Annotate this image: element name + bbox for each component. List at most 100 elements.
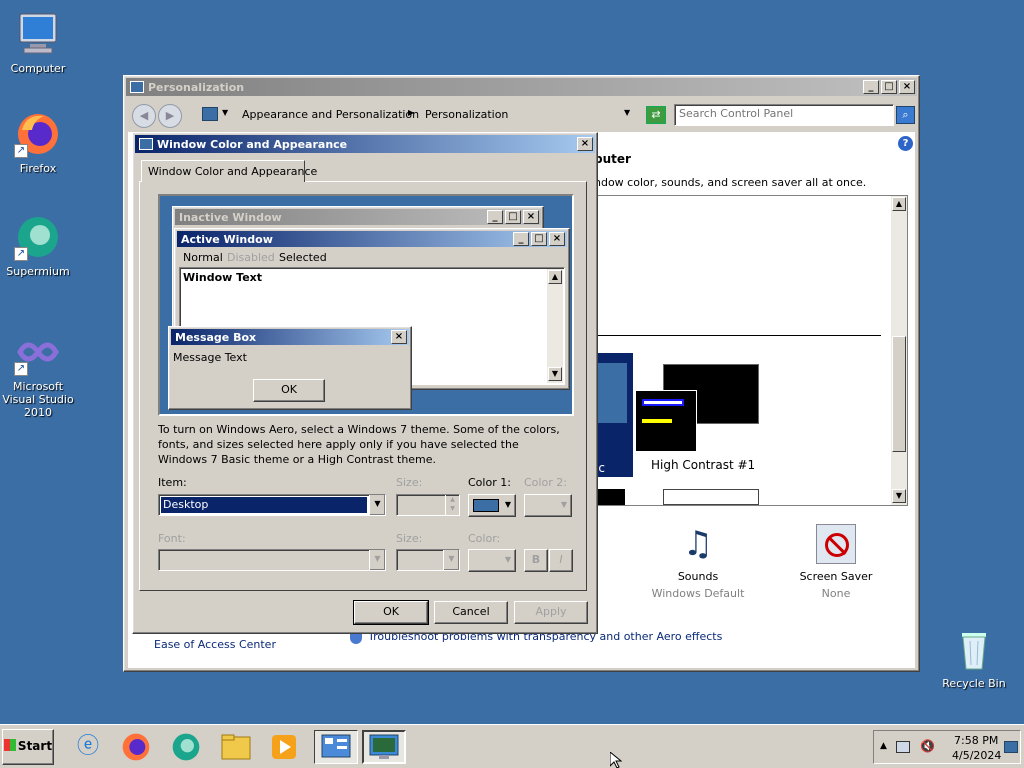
ok-button[interactable]: OK	[353, 600, 429, 625]
tray-expand-icon[interactable]: ▲	[880, 741, 887, 751]
search-button[interactable]: ⌕	[896, 106, 915, 124]
supermium-icon[interactable]	[164, 730, 208, 764]
chevron-down-icon: ▼	[443, 550, 459, 570]
preview-min-icon: _	[487, 210, 503, 224]
apply-button: Apply	[514, 601, 588, 624]
scroll-down-button[interactable]: ▼	[892, 489, 906, 503]
visual-studio-icon: ↗	[14, 328, 62, 376]
desktop-icon-label: Microsoft Visual Studio 2010	[2, 380, 74, 419]
color1-button[interactable]: ▼	[468, 494, 516, 517]
cancel-button[interactable]: Cancel	[434, 601, 508, 624]
desktop-icon-recycle-bin[interactable]: Recycle Bin	[934, 625, 1014, 690]
show-desktop-icon[interactable]	[1004, 741, 1018, 753]
preview-msgbox-title: Message Box	[175, 330, 257, 344]
recycle-bin-icon	[950, 625, 998, 673]
ease-of-access-link[interactable]: Ease of Access Center	[154, 638, 276, 651]
network-icon[interactable]	[896, 741, 910, 753]
desktop-icon-firefox[interactable]: ↗ Firefox	[0, 110, 78, 175]
maximize-button[interactable]: □	[881, 80, 897, 94]
screensaver-link[interactable]: Screen Saver None	[776, 522, 896, 600]
window-title: Personalization	[148, 80, 245, 94]
breadcrumb-appearance[interactable]: Appearance and Personalization	[242, 108, 419, 121]
item-size-spinner: ▲ ▼	[396, 494, 460, 516]
personalization-icon[interactable]	[362, 730, 406, 764]
clock-date[interactable]: 4/5/2024	[952, 749, 1001, 762]
theme-tile-next-a[interactable]	[595, 489, 625, 505]
preview-message-box: Message Box × Message Text OK	[168, 326, 412, 410]
breadcrumb-personalization[interactable]: Personalization	[425, 108, 508, 121]
computer-icon	[14, 10, 62, 58]
search-box[interactable]	[674, 104, 894, 126]
address-dropdown-icon[interactable]: ▼	[624, 108, 630, 117]
scroll-up-button[interactable]: ▲	[892, 197, 906, 211]
help-icon[interactable]: ?	[898, 136, 913, 151]
nav-back-button[interactable]: ◀	[132, 104, 156, 128]
media-player-icon[interactable]	[262, 730, 306, 764]
theme-tile-selected[interactable]: ic	[595, 353, 633, 477]
file-explorer-icon[interactable]	[214, 730, 258, 764]
spinner-arrows-icon: ▲ ▼	[445, 495, 459, 515]
preview-min-icon: _	[513, 232, 529, 246]
desktop-icon-computer[interactable]: Computer	[0, 10, 78, 75]
desktop-icon-visual-studio[interactable]: ↗ Microsoft Visual Studio 2010	[0, 328, 78, 419]
sounds-icon: ♫	[682, 524, 714, 564]
preview-msgbox-ok: OK	[253, 379, 325, 402]
close-button[interactable]: ×	[899, 80, 915, 94]
desktop-icon-label: Recycle Bin	[942, 677, 1006, 690]
scroll-thumb[interactable]	[892, 336, 906, 452]
dialog-title: Window Color and Appearance	[157, 137, 348, 151]
screensaver-value: None	[821, 587, 851, 600]
dialog-close-button[interactable]: ×	[577, 137, 593, 151]
desktop-icon-label: Computer	[10, 62, 66, 75]
volume-muted-icon[interactable]: 🔇	[920, 739, 935, 753]
firefox-icon[interactable]	[114, 730, 158, 764]
preview-msgbox-text: Message Text	[173, 351, 247, 364]
screensaver-icon	[816, 524, 856, 564]
item-select[interactable]: Desktop ▼	[158, 494, 386, 516]
desktop-icon-label: Firefox	[19, 162, 57, 175]
color1-swatch	[473, 499, 499, 512]
font-size-select: ▼	[396, 549, 460, 571]
dialog-titlebar[interactable]: Window Color and Appearance ×	[135, 135, 595, 153]
page-description: ndow color, sounds, and screen saver all…	[594, 176, 867, 189]
windows-logo-icon	[3, 739, 16, 751]
search-input[interactable]	[679, 107, 889, 120]
clock-time[interactable]: 7:58 PM	[954, 734, 998, 747]
shortcut-arrow-icon: ↗	[14, 144, 28, 158]
theme-list[interactable]: ic High Contrast #1 ▲ ▼	[594, 195, 908, 506]
sounds-link[interactable]: ♫ Sounds Windows Default	[638, 522, 758, 600]
supermium-icon: ↗	[14, 213, 62, 261]
aero-info-text: To turn on Windows Aero, select a Window…	[158, 423, 560, 466]
theme-scrollbar[interactable]: ▲ ▼	[891, 196, 907, 505]
tab-window-color[interactable]: Window Color and Appearance	[141, 160, 317, 182]
control-panel-icon[interactable]	[314, 730, 358, 764]
breadcrumb-separator-icon[interactable]: ▶	[408, 108, 414, 117]
nav-forward-button[interactable]: ▶	[158, 104, 182, 128]
theme-tile-high-contrast[interactable]: High Contrast #1	[635, 364, 763, 476]
theme-preview-classic	[595, 363, 627, 423]
preview-inactive-title: Inactive Window	[179, 210, 282, 224]
start-button[interactable]: Start	[2, 729, 54, 765]
internet-explorer-icon[interactable]: ⓔ	[66, 730, 110, 764]
italic-button: I	[549, 549, 573, 572]
system-tray: ▲ 🔇 7:58 PM 4/5/2024	[873, 730, 1021, 764]
item-selected-value: Desktop	[161, 497, 367, 513]
font-color-button: ▼	[468, 549, 516, 572]
bold-button: B	[524, 549, 548, 572]
taskbar: Start ⓔ ▲ 🔇 7:58 PM 4/5/2024	[0, 724, 1024, 768]
chevron-down-icon[interactable]: ▼	[222, 108, 228, 117]
chevron-down-icon: ▼	[560, 500, 567, 509]
preview-close-icon: ×	[549, 232, 565, 246]
minimize-button[interactable]: _	[863, 80, 879, 94]
preview-window-text: Window Text	[183, 271, 263, 284]
preview-menu-selected: Selected	[279, 251, 327, 264]
desktop-icon-supermium[interactable]: ↗ Supermium	[0, 213, 78, 278]
address-bar[interactable]: ▼ Appearance and Personalization ▶ Perso…	[198, 104, 666, 126]
personalization-titlebar[interactable]: Personalization _ □ ×	[126, 78, 917, 96]
preview-close-icon: ×	[391, 330, 407, 344]
control-panel-icon	[202, 107, 218, 121]
font-color-label: Color:	[468, 532, 501, 545]
refresh-button[interactable]: ⇄	[646, 106, 666, 124]
theme-tile-next-b[interactable]	[663, 489, 759, 505]
chevron-down-icon[interactable]: ▼	[369, 495, 385, 515]
